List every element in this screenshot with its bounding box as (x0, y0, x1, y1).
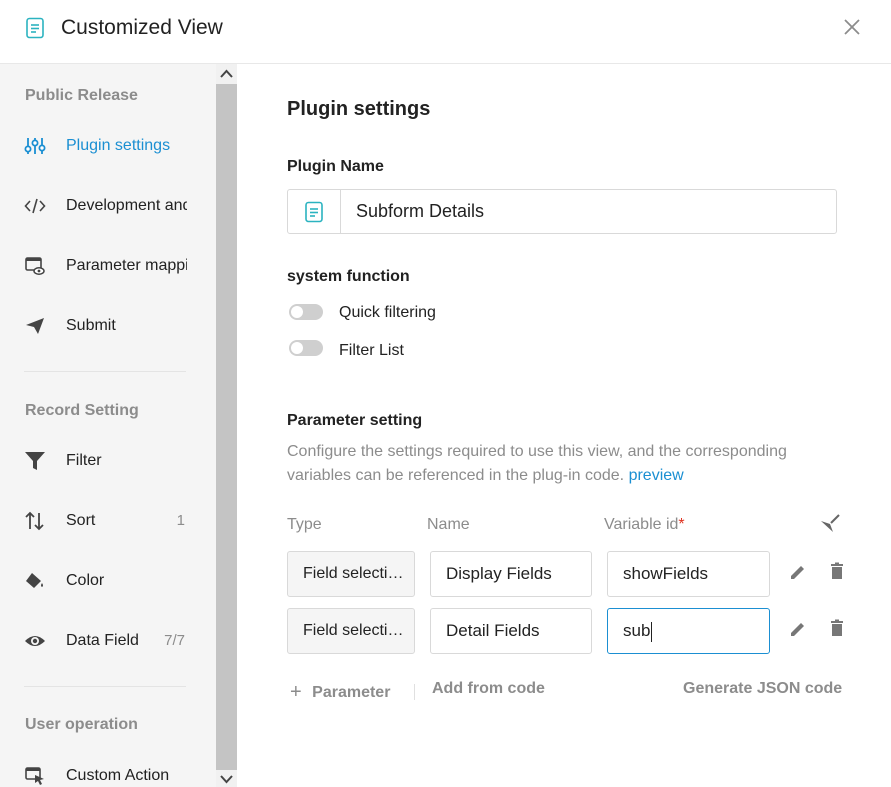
sidebar-scrollbar-thumb[interactable] (216, 84, 237, 770)
sort-count: 1 (176, 512, 185, 529)
sidebar-item-custom-action[interactable]: Custom Action (0, 756, 200, 787)
plugin-name-input[interactable] (342, 190, 836, 233)
delete-icon[interactable] (828, 619, 846, 637)
sidebar-item-label: Development and (66, 197, 187, 214)
add-parameter-button[interactable]: + Parameter (290, 680, 390, 703)
brush-icon[interactable] (819, 512, 841, 534)
sidebar-item-label: Custom Action (66, 767, 170, 784)
code-icon (24, 198, 46, 214)
delete-icon[interactable] (828, 562, 846, 580)
group-title-public-release: Public Release (25, 87, 138, 104)
scroll-up-icon[interactable] (216, 65, 237, 83)
plugin-name-label: Plugin Name (287, 158, 384, 175)
sort-icon (25, 511, 44, 531)
plus-icon: + (290, 681, 302, 703)
close-icon[interactable] (840, 15, 864, 39)
paint-bucket-icon (26, 573, 43, 588)
add-parameter-label: Parameter (312, 684, 391, 701)
sliders-icon (24, 138, 46, 154)
variable-id-input[interactable]: showFields (607, 551, 770, 597)
system-function-label: system function (287, 268, 410, 285)
name-input[interactable]: Detail Fields (430, 608, 592, 654)
data-field-count: 7/7 (164, 632, 185, 649)
footer-divider (414, 684, 415, 700)
sidebar-item-filter[interactable]: Filter (0, 441, 200, 481)
filter-icon (25, 452, 45, 470)
sidebar: Public Release Plugin settings Developme… (0, 64, 237, 787)
sidebar-item-development[interactable]: Development and (0, 186, 200, 226)
group-title-user-operation: User operation (25, 716, 138, 733)
edit-icon[interactable] (789, 620, 807, 638)
sidebar-item-label: Filter (66, 452, 102, 469)
filter-list-label: Filter List (339, 342, 404, 359)
send-icon (26, 318, 44, 334)
quick-filtering-toggle[interactable] (289, 304, 323, 320)
name-input[interactable]: Display Fields (430, 551, 592, 597)
sidebar-divider (24, 371, 186, 372)
plugin-name-field[interactable] (287, 189, 837, 234)
sidebar-item-color[interactable]: Color (0, 561, 200, 601)
edit-icon[interactable] (789, 563, 807, 581)
page-title: Plugin settings (287, 98, 431, 120)
sidebar-item-submit[interactable]: Submit (0, 306, 200, 346)
dialog-header: Customized View (0, 0, 891, 64)
variable-id-value: sub (623, 621, 651, 640)
generate-json-button[interactable]: Generate JSON code (683, 680, 842, 698)
type-select[interactable]: Field selection (287, 551, 415, 597)
plugin-icon-button[interactable] (288, 190, 341, 233)
sidebar-item-plugin-settings[interactable]: Plugin settings (0, 126, 200, 166)
main-panel: Plugin settings Plugin Name system funct… (237, 64, 891, 787)
filter-list-toggle[interactable] (289, 340, 323, 356)
document-icon (26, 17, 44, 39)
scroll-down-icon[interactable] (216, 770, 237, 787)
preview-link[interactable]: preview (629, 467, 684, 484)
column-header-variable-id: Variable id* (604, 516, 685, 534)
sidebar-item-data-field[interactable]: Data Field 7/7 (0, 621, 200, 661)
type-select[interactable]: Field selection (287, 608, 415, 654)
document-icon (305, 201, 323, 223)
required-mark: * (678, 516, 685, 533)
description-text: Configure the settings required to use t… (287, 443, 787, 484)
sidebar-item-label: Plugin settings (66, 137, 171, 154)
parameter-mapping-icon (25, 257, 45, 275)
sidebar-item-label: Parameter mapping (66, 257, 187, 274)
variable-id-input-focused[interactable]: sub (607, 608, 770, 654)
text-caret (651, 621, 653, 642)
add-from-code-button[interactable]: Add from code (432, 680, 545, 698)
sidebar-divider (24, 686, 186, 687)
parameter-description: Configure the settings required to use t… (287, 440, 827, 488)
sidebar-item-sort[interactable]: Sort 1 (0, 501, 200, 541)
eye-icon (25, 636, 45, 646)
parameter-setting-label: Parameter setting (287, 412, 423, 429)
sidebar-item-label: Submit (66, 317, 116, 334)
cursor-window-icon (25, 767, 44, 785)
variable-id-label: Variable id (604, 516, 679, 533)
sidebar-item-parameter-mapping[interactable]: Parameter mapping (0, 246, 200, 286)
sidebar-item-label: Sort (66, 512, 96, 529)
group-title-record-setting: Record Setting (25, 402, 139, 419)
column-header-type: Type (287, 516, 322, 533)
column-header-name: Name (427, 516, 470, 533)
sidebar-item-label: Color (66, 572, 105, 589)
quick-filtering-label: Quick filtering (339, 304, 436, 321)
dialog-title: Customized View (61, 16, 223, 39)
